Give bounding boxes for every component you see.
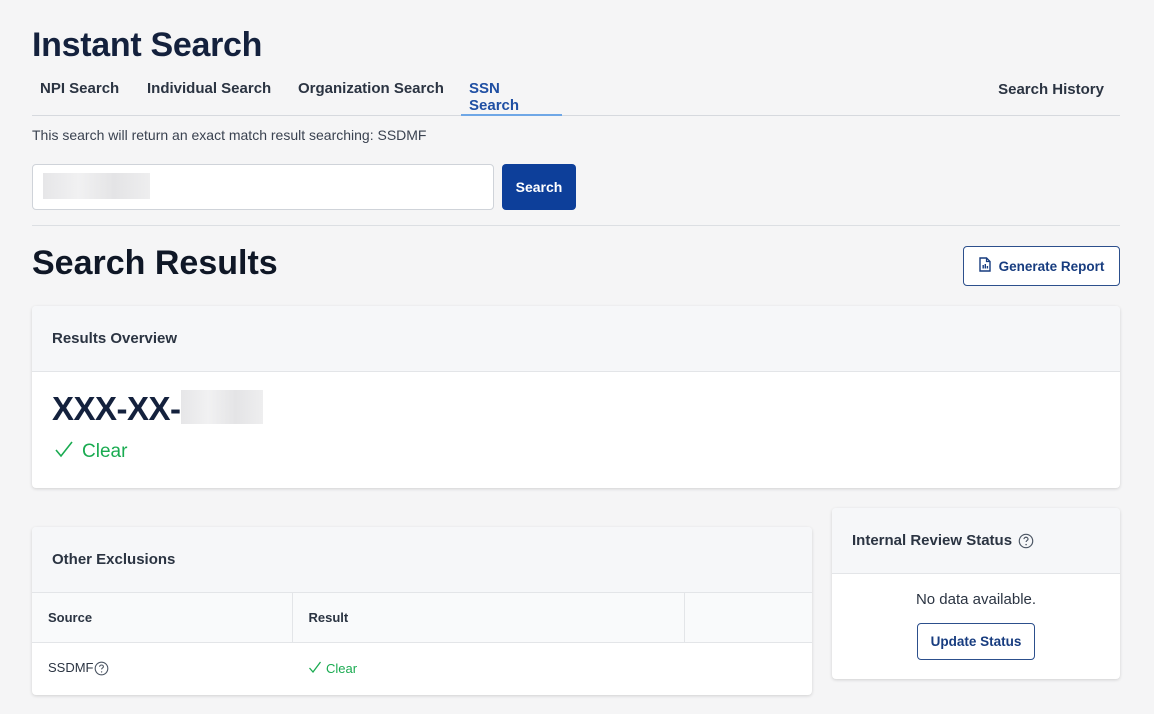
source-label: SSDMF (48, 660, 94, 676)
no-data-text: No data available. (915, 591, 1037, 608)
search-history-link[interactable]: Search History (998, 81, 1104, 98)
column-header-source: Source (32, 593, 293, 643)
update-status-button[interactable]: Update Status (917, 623, 1035, 660)
help-icon[interactable] (1018, 533, 1034, 549)
internal-review-card: Internal Review Status No data available… (832, 508, 1120, 679)
internal-review-title: Internal Review Status (852, 532, 1013, 549)
divider (32, 225, 1120, 226)
result-status: Clear (308, 661, 357, 676)
exclusions-table: Source Result SSDMF Clear (32, 593, 812, 694)
help-icon[interactable] (94, 661, 109, 676)
generate-report-button[interactable]: Generate Report (963, 246, 1120, 286)
other-exclusions-card: Other Exclusions Source Result SSDMF Cle… (32, 527, 812, 695)
check-icon (308, 661, 322, 676)
results-overview-card: Results Overview XXX-XX- Clear (32, 306, 1120, 488)
search-tabs: NPI Search Individual Search Organizatio… (32, 72, 1120, 116)
column-header-actions (684, 593, 812, 643)
redacted-value (43, 173, 150, 199)
source-cell: SSDMF (32, 642, 292, 694)
generate-report-label: Generate Report (998, 258, 1105, 274)
actions-cell (684, 642, 812, 694)
document-icon (978, 257, 991, 275)
tab-npi-search[interactable]: NPI Search (32, 80, 127, 116)
internal-review-body: No data available. Update Status (832, 591, 1120, 660)
result-cell: Clear (292, 642, 684, 694)
ssn-prefix: XXX-XX- (52, 390, 181, 427)
ssn-search-input[interactable] (32, 164, 494, 210)
table-row: SSDMF Clear (32, 642, 812, 694)
overview-status-label: Clear (82, 441, 128, 462)
tab-ssn-search[interactable]: SSN Search (461, 80, 562, 116)
other-exclusions-header: Other Exclusions (32, 527, 812, 593)
search-button[interactable]: Search (502, 164, 576, 210)
check-icon (54, 440, 74, 464)
page-title: Instant Search (32, 26, 263, 64)
search-helper-text: This search will return an exact match r… (32, 127, 427, 143)
results-title: Search Results (32, 244, 278, 282)
internal-review-header: Internal Review Status (832, 508, 1120, 574)
result-status-label: Clear (326, 660, 358, 676)
results-overview-header: Results Overview (32, 306, 1120, 372)
tab-organization-search[interactable]: Organization Search (290, 80, 452, 116)
redacted-ssn (180, 390, 263, 424)
overview-status: Clear (54, 440, 127, 464)
column-header-result: Result (292, 593, 685, 643)
ssn-value: XXX-XX- (52, 390, 263, 428)
tab-individual-search[interactable]: Individual Search (139, 80, 279, 116)
